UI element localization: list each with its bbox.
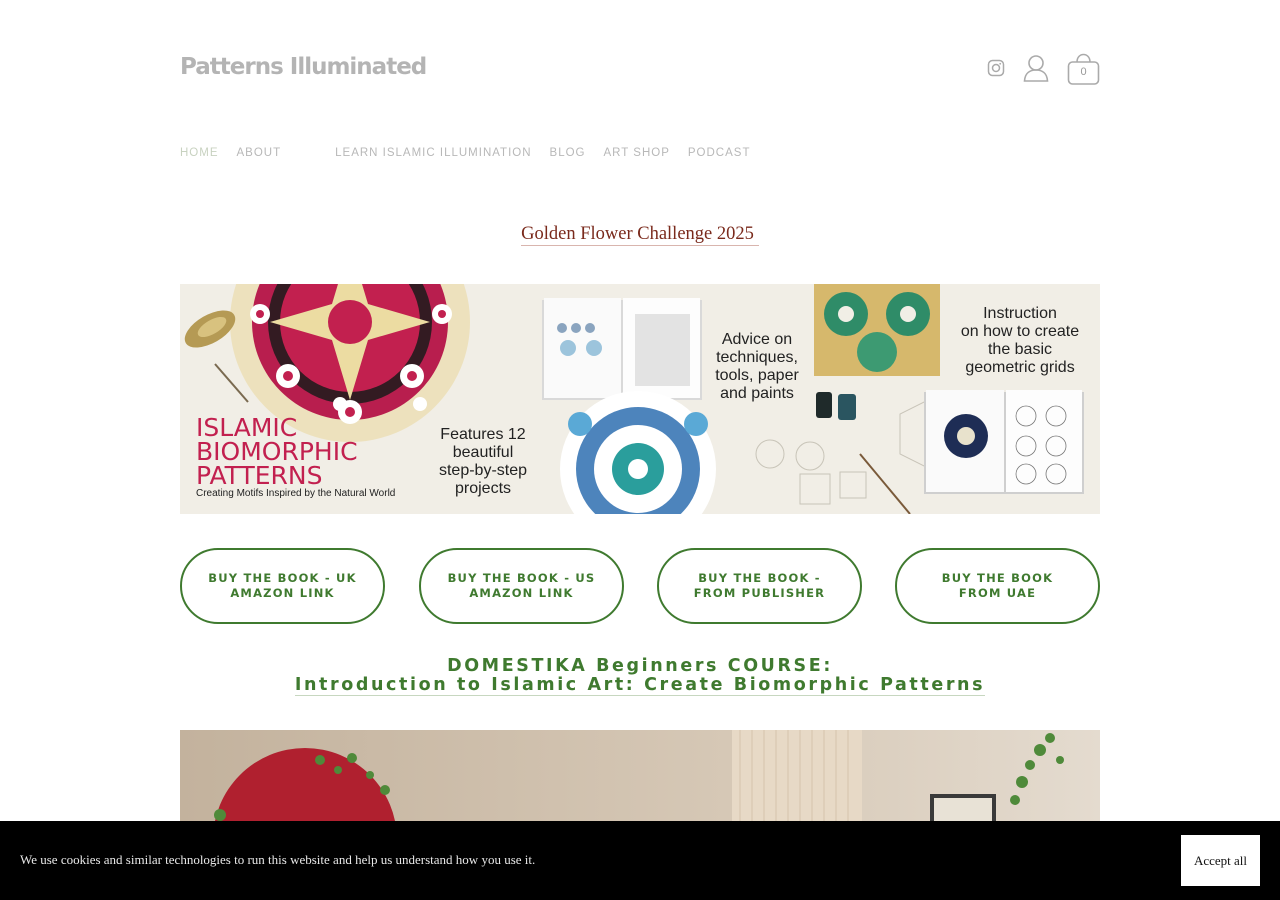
nav-podcast[interactable]: PODCAST bbox=[688, 147, 751, 159]
banner-advice-line: tools, paper bbox=[715, 367, 799, 384]
header-icons: 0 bbox=[987, 50, 1100, 90]
banner-instruction-line: geometric grids bbox=[965, 359, 1074, 376]
site-logo[interactable]: Patterns Illuminated bbox=[180, 54, 427, 80]
site-header: Patterns Illuminated 0 bbox=[180, 50, 1100, 90]
cart-count: 0 bbox=[1080, 65, 1087, 78]
nav-home[interactable]: HOME bbox=[180, 147, 219, 159]
buy-book-publisher-button[interactable]: BUY THE BOOK - FROM PUBLISHER bbox=[657, 548, 862, 624]
nav-blog[interactable]: BLOG bbox=[550, 147, 586, 159]
banner-title-line: PATTERNS bbox=[196, 461, 322, 490]
buy-book-us-button[interactable]: BUY THE BOOK - US AMAZON LINK bbox=[419, 548, 624, 624]
buy-book-uae-button[interactable]: BUY THE BOOK FROM UAE bbox=[895, 548, 1100, 624]
banner-feature-line: step-by-step bbox=[439, 462, 527, 479]
account-icon[interactable] bbox=[1023, 54, 1049, 87]
banner-advice-line: techniques, bbox=[716, 349, 798, 366]
nav-about[interactable]: ABOUT bbox=[237, 147, 282, 159]
banner-feature-line: projects bbox=[455, 480, 511, 497]
instagram-icon[interactable] bbox=[987, 59, 1005, 82]
open-book-illustration bbox=[924, 390, 1084, 494]
challenge-link[interactable]: Golden Flower Challenge 2025 bbox=[521, 224, 759, 246]
banner-feature-line: beautiful bbox=[453, 444, 514, 461]
cookie-message: We use cookies and similar technologies … bbox=[20, 852, 536, 867]
challenge-heading: Golden Flower Challenge 2025 bbox=[0, 224, 1280, 246]
banner-feature-line: Features 12 bbox=[440, 426, 525, 443]
banner-instruction-line: on how to create bbox=[961, 323, 1079, 340]
course-heading-line1: DOMESTIKA Beginners COURSE: bbox=[447, 656, 833, 676]
course-photo bbox=[180, 730, 1100, 821]
buy-book-uk-button[interactable]: BUY THE BOOK - UK AMAZON LINK bbox=[180, 548, 385, 624]
banner-advice-line: Advice on bbox=[722, 331, 792, 348]
banner-instruction-line: the basic bbox=[988, 341, 1052, 358]
nav-art-shop[interactable]: ART SHOP bbox=[604, 147, 670, 159]
banner-instruction-line: Instruction bbox=[983, 305, 1057, 322]
open-book-illustration bbox=[542, 298, 702, 400]
nav-learn-islamic-illumination[interactable]: LEARN ISLAMIC ILLUMINATION bbox=[335, 147, 531, 159]
cookie-banner: We use cookies and similar technologies … bbox=[0, 821, 1280, 900]
course-heading-line2: Introduction to Islamic Art: Create Biom… bbox=[294, 675, 986, 696]
accept-cookies-button[interactable]: Accept all bbox=[1181, 835, 1260, 886]
cart-icon[interactable]: 0 bbox=[1067, 50, 1100, 91]
course-heading[interactable]: DOMESTIKA Beginners COURSE: Introduction… bbox=[0, 656, 1280, 696]
buy-buttons: BUY THE BOOK - UK AMAZON LINK BUY THE BO… bbox=[180, 548, 1100, 624]
banner-subtitle: Creating Motifs Inspired by the Natural … bbox=[196, 488, 395, 499]
main-nav: HOME ABOUT LEARN ISLAMIC ILLUMINATION BL… bbox=[180, 147, 768, 159]
green-pattern-illustration bbox=[814, 284, 940, 376]
book-banner: ISLAMIC BIOMORPHIC PATTERNS Creating Mot… bbox=[180, 284, 1100, 514]
banner-advice-line: and paints bbox=[720, 385, 794, 402]
